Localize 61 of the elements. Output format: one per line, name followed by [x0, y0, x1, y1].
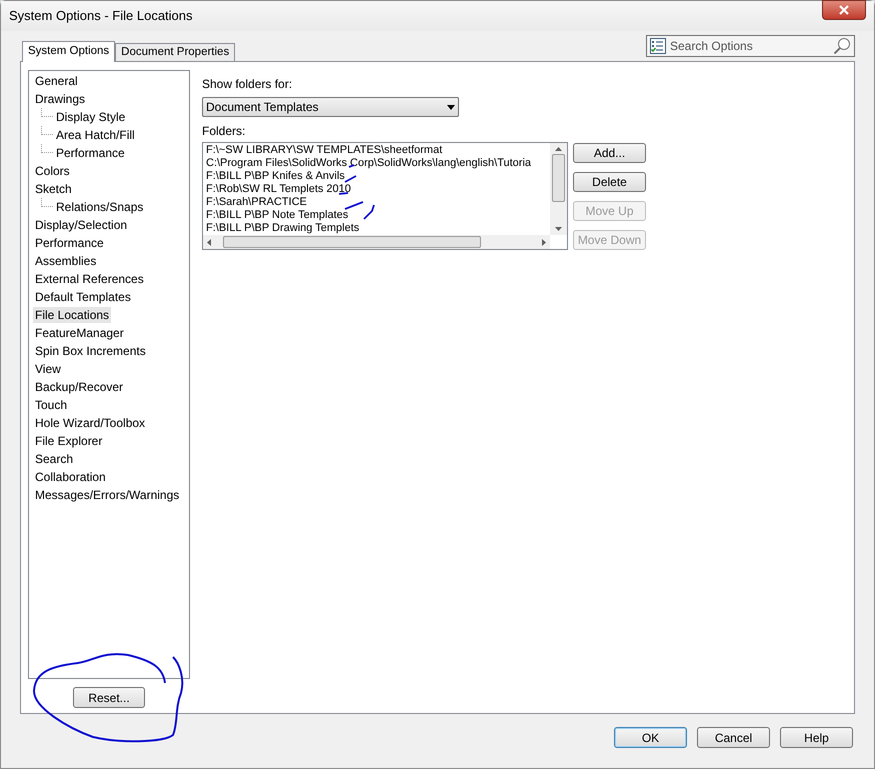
search-icon — [833, 37, 851, 55]
dialog-button[interactable]: Help — [780, 727, 853, 748]
folder-path[interactable]: F:\~SW LIBRARY\SW TEMPLATES\sheetformat — [206, 144, 550, 157]
close-icon — [839, 5, 849, 15]
tree-item[interactable]: Hole Wizard/Toolbox — [33, 415, 148, 431]
tree-item[interactable]: Performance — [54, 145, 127, 161]
folder-button[interactable]: Add... — [573, 143, 646, 163]
checklist-icon — [650, 38, 666, 54]
tree-connector — [41, 108, 53, 117]
tree-item[interactable]: View — [33, 361, 63, 377]
tree-item[interactable]: Display Style — [54, 109, 128, 125]
tree-item[interactable]: Backup/Recover — [33, 379, 126, 395]
tree-item[interactable]: Sketch — [33, 181, 74, 197]
folder-path[interactable]: F:\Rob\SW RL Templets 2010 — [206, 183, 550, 196]
tree-item[interactable]: Messages/Errors/Warnings — [33, 487, 182, 503]
tree-item[interactable]: External References — [33, 271, 146, 287]
tree-item[interactable]: Touch — [33, 397, 70, 413]
tree-item[interactable]: FeatureManager — [33, 325, 126, 341]
tree-item[interactable]: Area Hatch/Fill — [54, 127, 137, 143]
folder-path[interactable]: F:\BILL P\BP Drawing Templets — [206, 222, 550, 235]
scroll-up-arrow-icon[interactable] — [555, 147, 562, 151]
tree-item[interactable]: Default Templates — [33, 289, 133, 305]
tree-item[interactable]: Spin Box Increments — [33, 343, 148, 359]
tab[interactable]: System Options — [22, 41, 116, 62]
dialog-button[interactable]: OK — [614, 727, 687, 748]
tree-item[interactable]: File Locations — [33, 307, 112, 323]
vertical-scrollbar[interactable] — [550, 143, 567, 235]
tree-connector — [41, 144, 53, 153]
tree-item[interactable]: Drawings — [33, 91, 88, 107]
folder-type-dropdown[interactable]: Document Templates — [202, 97, 459, 117]
field-label: Folders: — [202, 123, 246, 140]
folder-list[interactable] — [202, 142, 568, 250]
scroll-down-arrow-icon[interactable] — [555, 226, 562, 231]
tree-item[interactable]: Relations/Snaps — [54, 199, 146, 215]
search-field[interactable]: Search Options — [646, 35, 855, 57]
tree-item[interactable]: Colors — [33, 163, 72, 179]
tree-connector — [41, 126, 53, 135]
tree-item[interactable]: Assemblies — [33, 253, 98, 269]
folder-path[interactable]: F:\Sarah\PRACTICE — [206, 196, 550, 209]
window-title: System Options - File Locations — [9, 7, 193, 26]
folder-button[interactable]: Delete — [573, 172, 646, 192]
tree-connector — [41, 198, 53, 207]
dialog-button[interactable]: Cancel — [697, 727, 770, 748]
tree-item[interactable]: Collaboration — [33, 469, 108, 485]
folder-path[interactable]: F:\BILL P\BP Knifes & Anvils — [206, 170, 550, 183]
tree-item[interactable]: General — [33, 73, 80, 89]
close-button[interactable] — [822, 0, 866, 20]
scroll-right-arrow-icon[interactable] — [542, 238, 546, 246]
field-label: Show folders for: — [202, 76, 294, 93]
dropdown-arrow-icon — [447, 104, 455, 110]
horizontal-scrollbar[interactable] — [203, 235, 550, 249]
scroll-left-arrow-icon[interactable] — [207, 238, 211, 246]
tab[interactable]: Document Properties — [115, 43, 236, 61]
search-input[interactable]: Search Options — [670, 37, 829, 55]
tree-item[interactable]: Display/Selection — [33, 217, 130, 233]
folder-path[interactable]: C:\Program Files\SolidWorks Corp\SolidWorks\lang\english\Tutoria — [206, 157, 550, 170]
tree-item[interactable]: Performance — [33, 235, 106, 251]
tree-item[interactable]: File Explorer — [33, 433, 104, 449]
tree-item[interactable]: Search — [33, 451, 76, 467]
dialog-button[interactable]: Reset... — [73, 687, 145, 708]
folder-path[interactable]: F:\BILL P\BP Note Templates — [206, 209, 550, 222]
